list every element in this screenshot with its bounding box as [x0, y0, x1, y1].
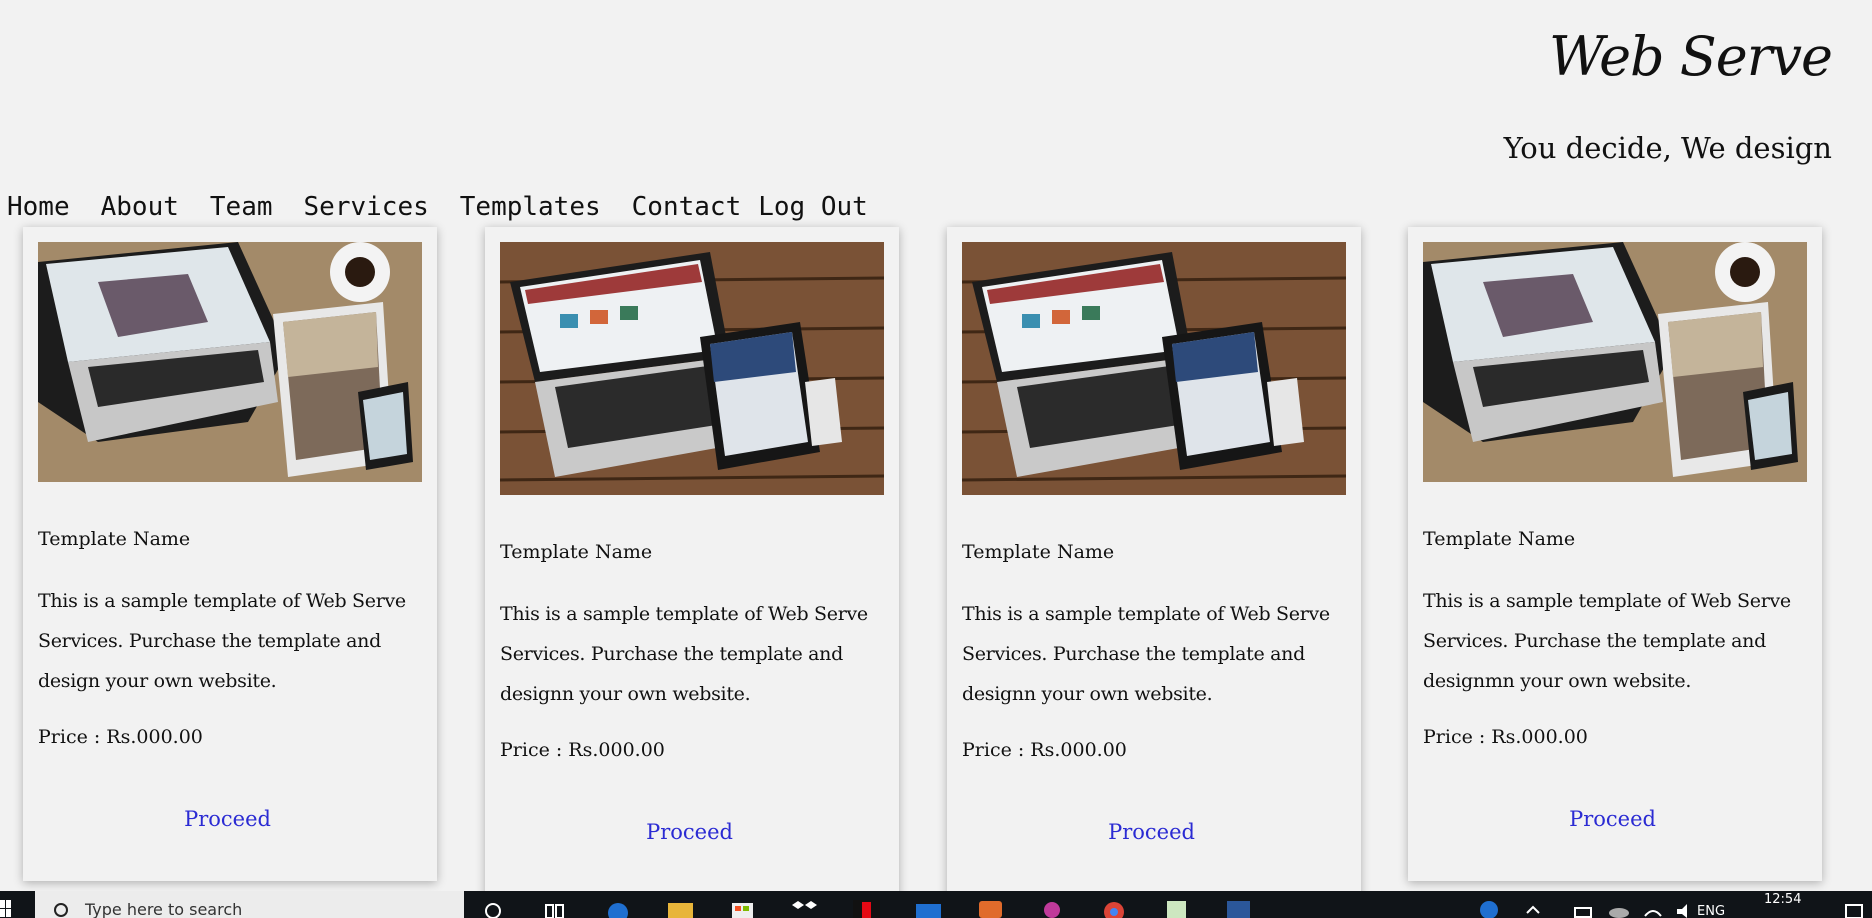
template-name: Template Name [962, 541, 1115, 563]
help-icon[interactable] [1476, 897, 1503, 918]
windows-start-icon[interactable] [0, 899, 12, 918]
template-name: Template Name [500, 541, 653, 563]
store-icon[interactable] [729, 897, 756, 918]
template-description: This is a sample template of Web Serve S… [500, 603, 868, 705]
template-price: Price : Rs.000.00 [1423, 726, 1588, 748]
paint-3d-icon[interactable] [1039, 897, 1066, 918]
battery-icon[interactable] [1572, 897, 1599, 918]
taskbar-search-box[interactable]: Type here to search [35, 891, 464, 918]
template-card: Template Name This is a sample template … [947, 227, 1361, 918]
template-price: Price : Rs.000.00 [962, 739, 1127, 761]
template-thumbnail [1423, 242, 1807, 482]
edge-icon[interactable] [605, 897, 632, 918]
template-name: Template Name [38, 528, 191, 550]
proceed-link[interactable]: Proceed [500, 820, 893, 844]
search-icon [54, 903, 68, 917]
chrome-icon[interactable] [1101, 897, 1128, 918]
card-body: Template Name This is a sample template … [962, 540, 1355, 844]
template-card: Template Name This is a sample template … [23, 227, 437, 881]
proceed-link[interactable]: Proceed [962, 820, 1355, 844]
template-cards: Template Name This is a sample template … [0, 0, 1872, 918]
wifi-icon[interactable] [1640, 897, 1667, 918]
card-body: Template Name This is a sample template … [500, 540, 893, 844]
template-thumbnail [38, 242, 422, 482]
template-description: This is a sample template of Web Serve S… [1423, 590, 1791, 692]
word-icon[interactable] [1225, 897, 1252, 918]
notifications-icon[interactable] [1840, 897, 1867, 918]
cortana-icon[interactable] [480, 897, 507, 918]
template-thumbnail [500, 242, 884, 495]
template-name: Template Name [1423, 528, 1576, 550]
onedrive-icon[interactable] [1606, 897, 1633, 918]
chevron-up-icon[interactable] [1520, 897, 1547, 918]
template-description: This is a sample template of Web Serve S… [962, 603, 1330, 705]
template-description: This is a sample template of Web Serve S… [38, 590, 406, 692]
volume-icon[interactable] [1672, 897, 1699, 918]
card-body: Template Name This is a sample template … [38, 527, 431, 831]
os-taskbar: Type here to search ENG 12:54 [0, 891, 1872, 918]
card-body: Template Name This is a sample template … [1423, 527, 1816, 831]
input-language-indicator[interactable]: ENG [1697, 904, 1725, 918]
task-view-icon[interactable] [541, 897, 568, 918]
template-card: Template Name This is a sample template … [1408, 227, 1822, 881]
file-explorer-icon[interactable] [667, 897, 694, 918]
notepad-icon[interactable] [1163, 897, 1190, 918]
dropbox-icon[interactable] [791, 897, 818, 918]
taskbar-search-placeholder: Type here to search [85, 900, 243, 918]
proceed-link[interactable]: Proceed [38, 807, 431, 831]
clock-time[interactable]: 12:54 [1764, 892, 1801, 907]
template-card: Template Name This is a sample template … [485, 227, 899, 918]
template-price: Price : Rs.000.00 [500, 739, 665, 761]
proceed-link[interactable]: Proceed [1423, 807, 1816, 831]
template-price: Price : Rs.000.00 [38, 726, 203, 748]
netflix-icon[interactable] [853, 897, 880, 918]
mail-icon[interactable] [915, 897, 942, 918]
template-thumbnail [962, 242, 1346, 495]
app-icon[interactable] [977, 897, 1004, 918]
